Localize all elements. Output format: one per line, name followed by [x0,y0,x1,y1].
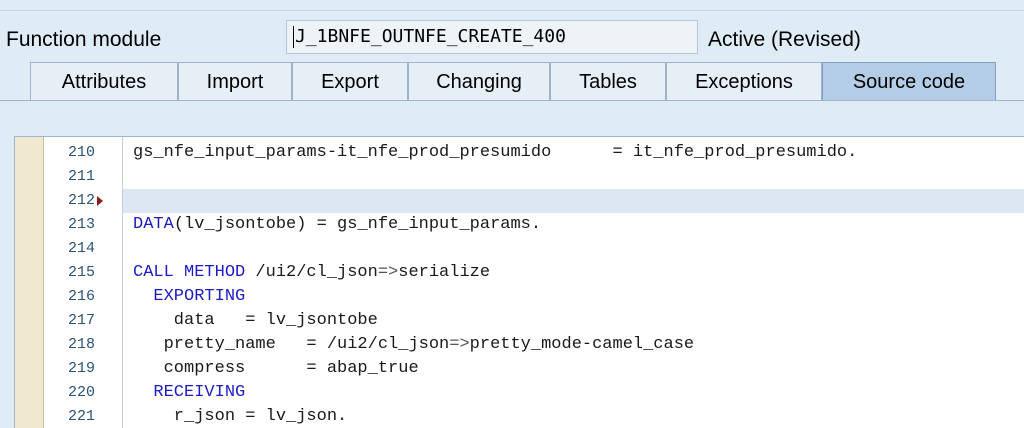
function-module-name-value: J_1BNFE_OUTNFE_CREATE_400 [295,26,566,47]
code-line[interactable]: EXPORTING [123,285,1024,309]
code-line-current[interactable] [123,189,1024,213]
code-line-text: EXPORTING [153,287,246,306]
line-number: 217 [67,312,95,329]
code-line[interactable]: data = lv_jsontobe [123,309,1024,333]
code-line[interactable]: DATA(lv_jsontobe) = gs_nfe_input_params. [123,213,1024,237]
code-line-text: gs_nfe_input_params-it_nfe_prod_presumid… [133,143,858,162]
function-module-name-field[interactable]: J_1BNFE_OUTNFE_CREATE_400 [286,20,698,54]
line-number: 221 [67,408,95,425]
breakpoint-gutter[interactable] [15,137,44,428]
function-module-label: Function module [6,28,162,51]
tab-tables-label: Tables [579,71,637,93]
code-line-text: compress = abap_true [133,359,419,378]
activation-status: Active (Revised) [708,28,861,51]
tab-strip: Attributes Import Export Changing Tables… [0,62,1024,102]
tab-source-code-label: Source code [852,71,966,93]
code-line-text: RECEIVING [153,383,246,402]
line-number: 218 [67,336,95,353]
abap-source-editor[interactable]: 210 211 212 213 214 215 216 217 218 219 … [14,136,1024,428]
line-number: 216 [67,288,95,305]
code-area[interactable]: gs_nfe_input_params-it_nfe_prod_presumid… [123,137,1024,428]
tab-changing[interactable]: Changing [408,62,550,100]
tab-changing-label: Changing [436,71,522,93]
code-line[interactable]: CALL METHOD /ui2/cl_json=>serialize [123,261,1024,285]
text-cursor [293,26,294,48]
code-line-text: data = lv_jsontobe [133,311,378,330]
code-line[interactable]: compress = abap_true [123,357,1024,381]
code-line[interactable]: pretty_name = /ui2/cl_json=>pretty_mode-… [123,333,1024,357]
tab-exceptions-label: Exceptions [695,71,793,93]
line-number: 219 [67,360,95,377]
code-line-text: CALL METHOD /ui2/cl_json=>serialize [133,263,491,282]
window-top-strip [0,0,1024,11]
line-number: 210 [67,144,95,161]
code-line[interactable]: gs_nfe_input_params-it_nfe_prod_presumid… [123,141,1024,165]
code-line-text: r_json = lv_json. [133,407,348,426]
tab-attributes[interactable]: Attributes [30,62,178,100]
code-line[interactable]: r_json = lv_json. [123,405,1024,428]
line-number: 212 [67,192,95,209]
line-number: 213 [67,216,95,233]
tab-export-label: Export [321,71,379,93]
tab-source-code[interactable]: Source code [822,62,996,100]
line-number: 211 [67,168,95,185]
code-line-text: DATA(lv_jsontobe) = gs_nfe_input_params. [133,215,542,234]
line-number: 215 [67,264,95,281]
tab-exceptions[interactable]: Exceptions [666,62,822,100]
function-module-header: Function module J_1BNFE_OUTNFE_CREATE_40… [0,20,1024,58]
code-line[interactable] [123,165,1024,189]
tab-import-label: Import [206,71,264,93]
line-number: 214 [67,240,95,257]
tab-tables[interactable]: Tables [550,62,666,100]
current-line-marker-icon [97,196,103,206]
tab-attributes-label: Attributes [61,71,147,93]
tab-import[interactable]: Import [178,62,292,100]
line-number: 220 [67,384,95,401]
tab-export[interactable]: Export [292,62,408,100]
code-line-text: pretty_name = /ui2/cl_json=>pretty_mode-… [133,335,695,354]
code-line[interactable] [123,237,1024,261]
code-line[interactable]: RECEIVING [123,381,1024,405]
